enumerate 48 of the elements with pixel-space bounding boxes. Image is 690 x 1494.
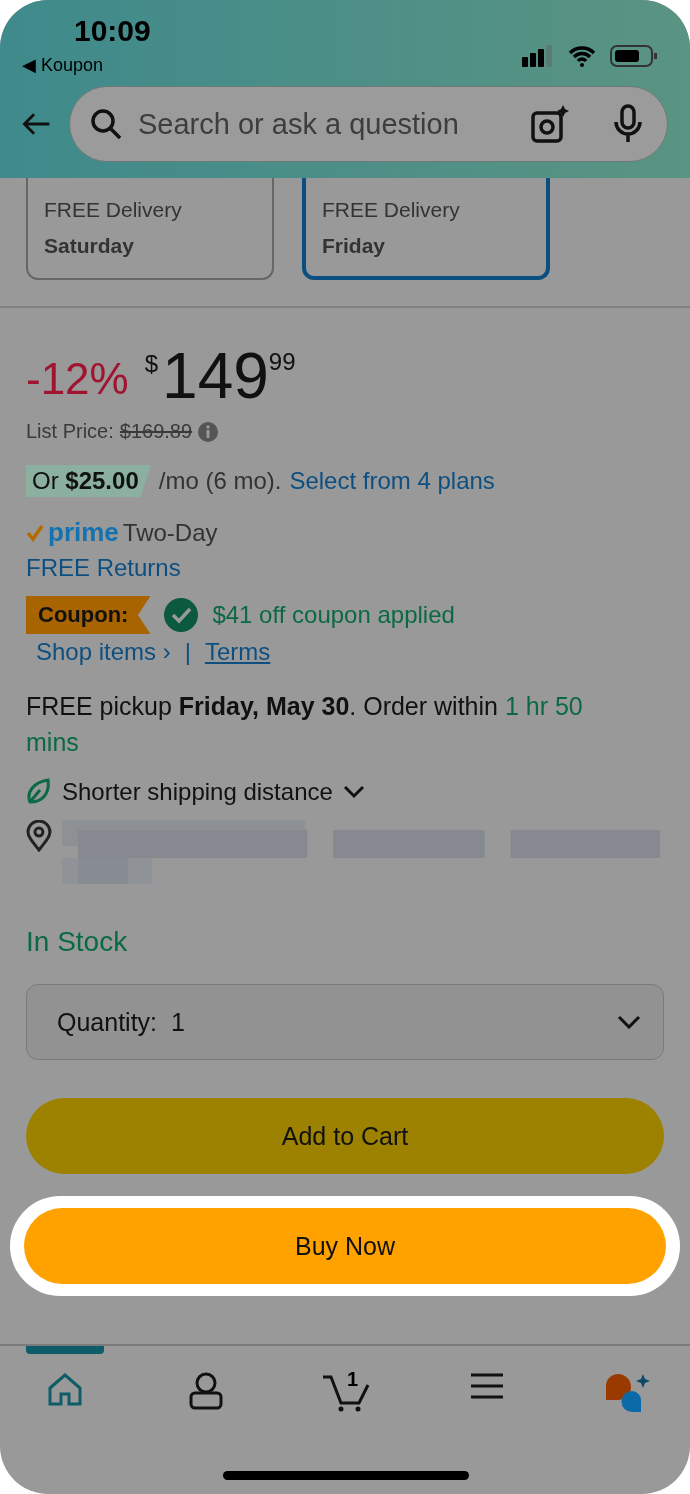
leaf-icon (26, 778, 52, 806)
check-circle-icon (164, 598, 199, 632)
discount-percent: -12% (26, 354, 129, 404)
list-price-label: List Price: (26, 420, 114, 443)
plans-link[interactable]: Select from 4 plans (289, 467, 495, 495)
coupon-badge: Coupon: (26, 596, 151, 634)
cart-count: 1 (347, 1368, 359, 1391)
camera-icon[interactable] (531, 105, 569, 143)
search-icon (90, 108, 122, 140)
battery-icon (610, 44, 658, 68)
shop-items-link[interactable]: Shop items › (36, 638, 171, 666)
chevron-down-icon[interactable] (342, 785, 365, 799)
list-price: $169.89 (119, 420, 193, 443)
link-separator: | (184, 638, 191, 666)
shipping-label: Shorter shipping distance (62, 778, 333, 806)
wifi-icon (568, 45, 596, 67)
signal-icon (522, 45, 554, 67)
delivery-speed: Two-Day (122, 518, 218, 547)
terms-link[interactable]: Terms (204, 638, 271, 666)
installment-badge: Or $25.00 (26, 465, 151, 497)
search-field[interactable]: Search or ask a question (136, 106, 517, 142)
delivery-label: FREE Delivery (44, 198, 183, 222)
installment-terms: /mo (6 mo). (158, 467, 282, 495)
free-returns-link[interactable]: FREE Returns (26, 554, 664, 582)
location-pin-icon (26, 820, 52, 852)
microphone-icon[interactable] (613, 104, 643, 144)
stock-status: In Stock (26, 926, 129, 958)
chevron-down-icon (617, 1015, 641, 1029)
checkmark-icon (26, 523, 44, 542)
prime-logo: prime (48, 517, 119, 548)
price-whole: 149 (162, 344, 269, 408)
delivery-label: FREE Delivery (322, 198, 461, 222)
tab-bar-item[interactable]: 1 (307, 1346, 385, 1416)
buy-now-button[interactable]: Buy Now (24, 1208, 666, 1284)
price-cents: 99 (268, 348, 296, 376)
delivery-day: Saturday (44, 234, 256, 258)
delivery-day: Friday (322, 234, 530, 258)
search-bar[interactable]: Search or ask a question (69, 86, 668, 162)
delivery-option-card[interactable]: FREE Delivery Friday (302, 178, 550, 280)
currency-symbol: $ (144, 350, 159, 378)
delivery-option-card[interactable]: FREE Delivery Saturday (26, 178, 274, 280)
clock-time: 10:09 (74, 14, 151, 48)
coupon-status: $41 off coupon applied (212, 601, 455, 629)
back-to-app-link[interactable]: ◀ Koupon (22, 54, 151, 76)
info-icon[interactable] (198, 421, 219, 442)
quantity-dropdown[interactable]: Quantity: 1 (26, 984, 664, 1060)
add-to-cart-button[interactable]: Add to Cart (26, 1098, 664, 1174)
pickup-info: FREE pickup Friday, May 30. Order within 1 hr 50 mins (26, 691, 584, 758)
